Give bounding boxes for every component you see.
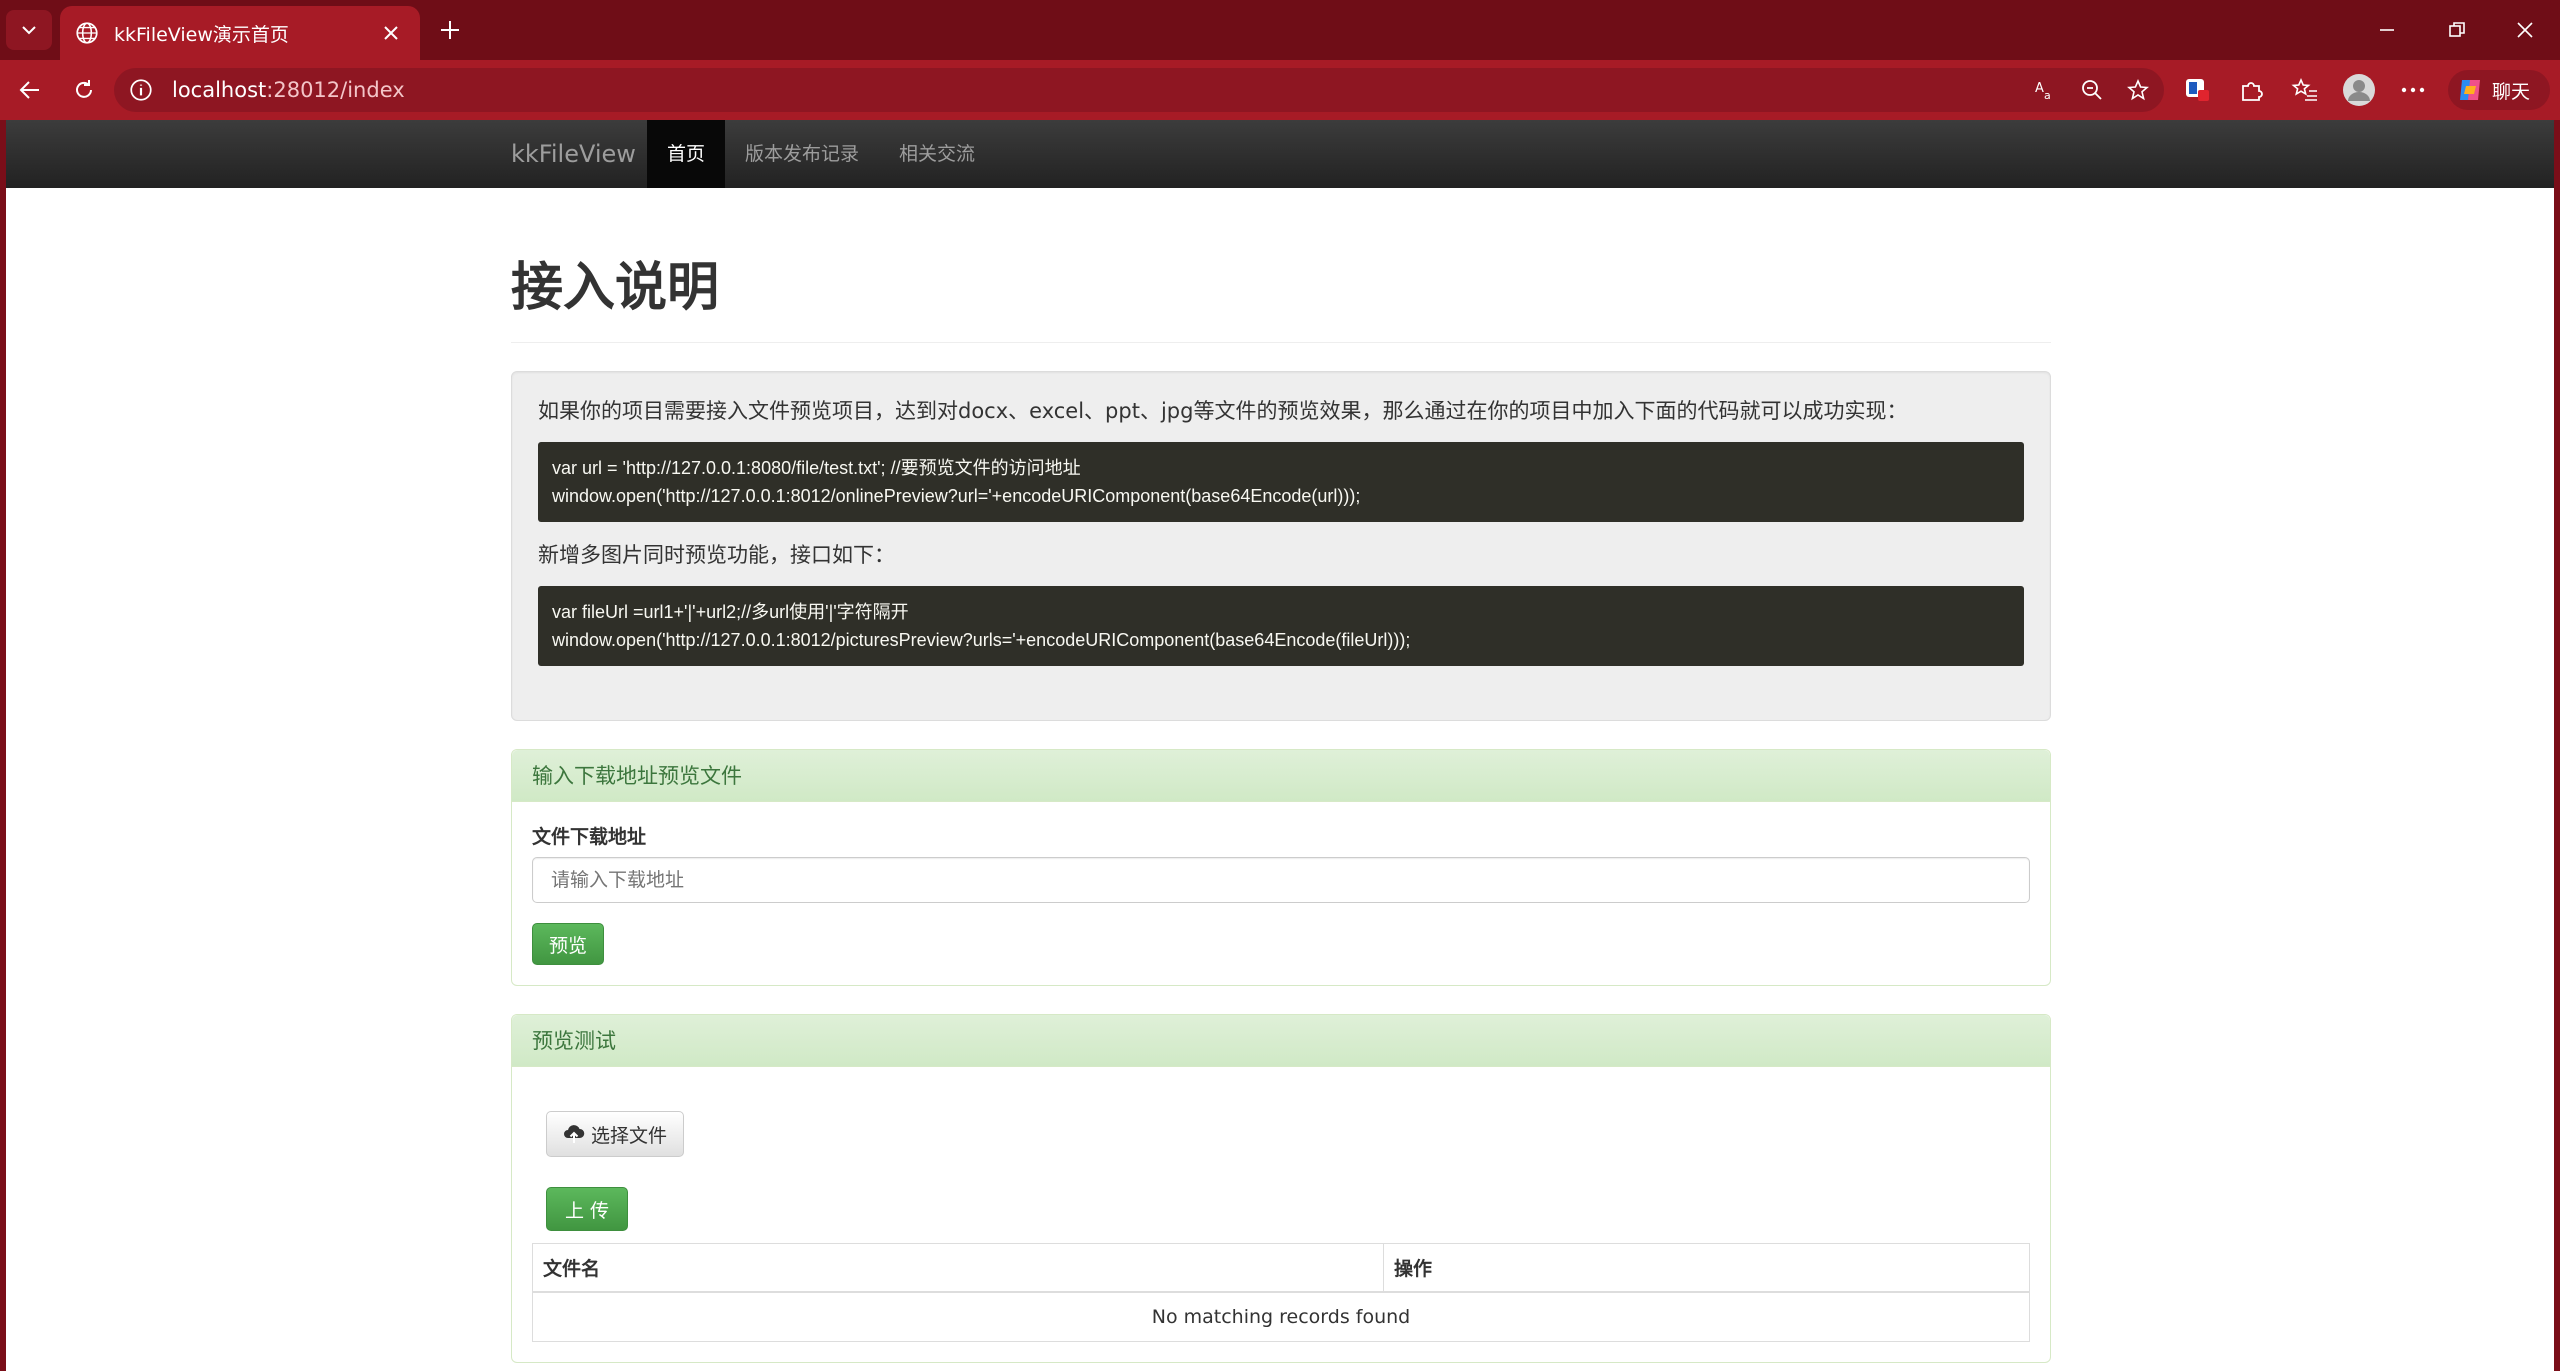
address-text: localhost:28012/index [172,78,405,102]
column-header-filename[interactable]: 文件名 [532,1243,1384,1293]
upload-button[interactable]: 上 传 [546,1187,629,1231]
download-url-input[interactable] [532,857,2030,903]
column-header-actions[interactable]: 操作 [1383,1243,2030,1293]
code-line: window.open('http://127.0.0.1:8012/pictu… [552,630,1411,650]
avatar-icon [2343,74,2375,106]
panel-heading: 输入下载地址预览文件 [512,750,2050,802]
table-header-row: 文件名 操作 [532,1243,2030,1293]
site-brand[interactable]: kkFileView [511,120,636,188]
more-icon [2401,87,2425,93]
minimize-button[interactable] [2352,8,2422,52]
nav-item-home[interactable]: 首页 [647,120,726,188]
choose-file-label: 选择文件 [591,1124,668,1147]
main-container: 接入说明 如果你的项目需要接入文件预览项目，达到对docx、excel、ppt、… [511,188,2051,1363]
back-button[interactable] [10,70,50,110]
favorites-button[interactable] [2278,60,2332,120]
refresh-button[interactable] [64,70,104,110]
minimize-icon [2380,29,2394,31]
multi-preview-text: 新增多图片同时预览功能，接口如下： [538,543,895,567]
table-row: No matching records found [532,1291,2030,1342]
download-url-label: 文件下载地址 [532,826,647,848]
browser-tab[interactable]: kkFileView演示首页 [60,6,420,60]
page-viewport: kkFileView 首页 版本发布记录 相关交流 接入说明 如果你的项目需要接… [6,120,2554,1371]
restore-button[interactable] [2422,8,2492,52]
intro-text: 如果你的项目需要接入文件预览项目，达到对docx、excel、ppt、jpg等文… [538,399,1908,423]
tab-title: kkFileView演示首页 [114,23,289,46]
restore-icon [2449,22,2465,37]
file-table: 文件名 操作 No matching records found [532,1243,2030,1342]
info-icon[interactable] [128,77,154,103]
globe-icon [76,22,98,44]
star-icon [2127,78,2149,101]
empty-table-message: No matching records found [532,1291,2030,1342]
code-block-multi: var fileUrl =url1+'|'+url2;//多url使用'|'字符… [538,586,2024,666]
chevron-down-icon [22,26,36,35]
preview-test-panel: 预览测试 选择文件 上 传 文件名 操作 No matching records… [511,1014,2051,1363]
refresh-icon [76,80,92,98]
new-tab-button[interactable] [432,12,468,48]
download-preview-panel: 输入下载地址预览文件 文件下载地址 预览 [511,749,2051,986]
close-window-button[interactable] [2490,8,2560,52]
page-header: 接入说明 [511,258,2051,343]
tab-list-button[interactable] [6,10,52,50]
code-line: window.open('http://127.0.0.1:8012/onlin… [552,486,1361,506]
copilot-label: 聊天 [2492,80,2531,103]
plus-icon [441,21,459,39]
nav-item-community[interactable]: 相关交流 [879,120,995,188]
extension-app-button[interactable] [2170,60,2224,120]
nav-item-releases[interactable]: 版本发布记录 [725,120,879,188]
url-host: localhost [172,78,267,102]
cloud-upload-icon [564,1125,585,1143]
close-icon [384,26,398,40]
address-bar[interactable]: localhost:28012/index Aa [114,68,2164,112]
url-path: :28012/index [266,78,405,102]
favorites-list-icon [2291,78,2317,101]
svg-text:A: A [2035,81,2044,96]
extensions-button[interactable] [2224,60,2278,120]
panel-body: 文件下载地址 预览 [512,802,2050,985]
browser-toolbar: localhost:28012/index Aa 聊天 [0,60,2560,120]
svg-text:a: a [2044,89,2051,102]
translate-button[interactable]: Aa [2026,70,2066,110]
site-navbar: kkFileView 首页 版本发布记录 相关交流 [6,120,2554,188]
tab-close-button[interactable] [376,18,406,48]
choose-file-button[interactable]: 选择文件 [546,1111,685,1157]
page-title: 接入说明 [511,258,720,318]
preview-button[interactable]: 预览 [532,923,605,965]
puzzle-icon [2242,82,2263,101]
panel-heading: 预览测试 [512,1015,2050,1067]
more-button[interactable] [2386,60,2440,120]
favorite-button[interactable] [2118,70,2158,110]
app-badge-icon [2186,79,2209,101]
zoom-out-icon [2082,80,2102,100]
translate-icon: Aa [2035,81,2051,102]
arrow-left-icon [19,81,39,99]
code-block-single: var url = 'http://127.0.0.1:8080/file/te… [538,442,2024,522]
close-icon [2517,22,2533,38]
code-line: var url = 'http://127.0.0.1:8080/file/te… [552,458,1081,478]
copilot-icon [2460,80,2480,100]
panel-body: 选择文件 上 传 文件名 操作 No matching records foun… [512,1067,2050,1362]
profile-button[interactable] [2332,60,2386,120]
integration-instructions: 如果你的项目需要接入文件预览项目，达到对docx、excel、ppt、jpg等文… [511,371,2051,721]
copilot-button[interactable]: 聊天 [2448,70,2550,110]
code-line: var fileUrl =url1+'|'+url2;//多url使用'|'字符… [552,602,909,622]
zoom-button[interactable] [2072,70,2112,110]
browser-titlebar: kkFileView演示首页 [0,0,2560,60]
